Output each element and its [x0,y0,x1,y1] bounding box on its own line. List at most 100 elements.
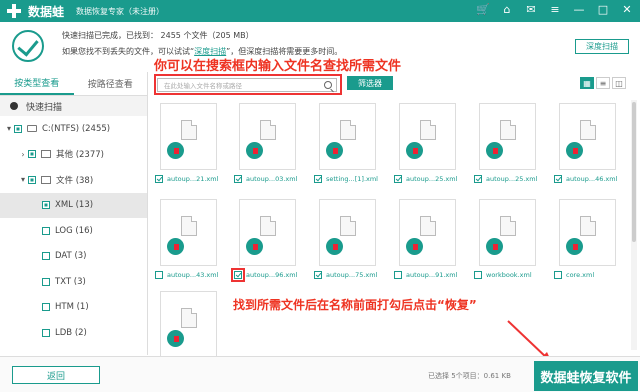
file-thumbnail[interactable] [160,103,217,170]
filter-button[interactable]: 筛选器 [347,76,393,90]
search-input[interactable]: 在此处输入文件名称或路径 [157,78,337,92]
detail-view-icon[interactable]: ◫ [612,77,626,89]
scan-summary-text: 快速扫描已完成，已找到： 2455 个文件（205 MB） [62,31,254,40]
file-icon [500,120,516,140]
bottom-bar: 返回 已选择 5个项目：0.61 KB 数据蛙恢复软件 [0,356,640,392]
file-checkbox[interactable] [314,271,322,279]
file-name: autoup...25.xml [406,175,458,183]
grid-scrollbar[interactable] [631,100,637,350]
expand-caret-icon[interactable]: › [18,150,28,159]
tree-checkbox[interactable] [42,328,50,337]
file-icon [181,308,197,328]
recover-button[interactable]: 数据蛙恢复软件 [534,361,638,391]
grid-view-icon[interactable]: ▦ [580,77,594,89]
cart-icon[interactable]: 🛒 [476,3,490,16]
file-checkbox[interactable] [394,271,402,279]
menu-icon[interactable]: ≡ [548,3,562,16]
file-thumbnail[interactable] [399,103,456,170]
tree-item-label: DAT (3) [55,251,87,262]
recoverable-badge-icon [566,142,583,159]
tree-checkbox[interactable] [42,201,50,210]
window-controls: 🛒 ⌂ ✉ ≡ — □ ✕ [476,3,634,16]
file-name: autoup...75.xml [326,271,378,279]
tree-checkbox[interactable] [28,150,36,159]
file-checkbox[interactable] [394,175,402,183]
tree-item-label: HTM (1) [55,302,89,313]
file-icon [420,120,436,140]
maximize-icon[interactable]: □ [596,3,610,16]
recoverable-badge-icon [326,142,343,159]
file-thumbnail[interactable] [160,291,217,358]
file-thumbnail[interactable] [239,199,296,266]
minimize-icon[interactable]: — [572,3,586,16]
scrollbar-thumb[interactable] [632,102,636,242]
file-thumbnail[interactable] [559,199,616,266]
view-mode-buttons: ▦ ≡ ◫ [580,77,626,89]
file-thumbnail[interactable] [479,103,536,170]
tree-item[interactable]: HTM (1) [0,295,147,321]
quick-scan-row[interactable]: 快速扫描 [0,96,147,116]
file-thumbnail[interactable] [399,199,456,266]
tree-item[interactable]: › 其他 (2377) [0,142,147,168]
doc-icon [41,175,51,184]
file-checkbox[interactable] [314,175,322,183]
file-thumbnail[interactable] [559,103,616,170]
deep-scan-button[interactable]: 深度扫描 [575,39,629,54]
recoverable-badge-icon [167,330,184,347]
back-button[interactable]: 返回 [12,366,100,384]
app-name: 数据蛙 [28,4,65,19]
app-subtitle: 数据恢复专家（未注册） [76,6,165,16]
title-bar: 数据蛙 数据恢复专家（未注册） 🛒 ⌂ ✉ ≡ — □ ✕ [0,0,640,22]
tree-checkbox[interactable] [42,277,50,286]
file-thumbnail[interactable] [319,103,376,170]
file-checkbox[interactable] [554,175,562,183]
tree-item[interactable]: XML (13) [0,192,147,218]
recoverable-badge-icon [406,142,423,159]
tree-checkbox[interactable] [42,252,50,261]
file-name: autoup...46.xml [566,175,618,183]
file-name: autoup...91.xml [406,271,458,279]
quick-scan-dot-icon [10,102,18,110]
file-checkbox[interactable] [234,175,242,183]
file-label-row: autoup...96.xml [231,268,306,282]
file-thumbnail[interactable] [239,103,296,170]
recoverable-badge-icon [326,238,343,255]
file-thumbnail[interactable] [319,199,376,266]
tree-checkbox[interactable] [42,226,50,235]
file-name: autoup...25.xml [486,175,538,183]
tree-item[interactable]: LOG (16) [0,218,147,244]
file-checkbox[interactable] [474,271,482,279]
file-checkbox[interactable] [474,175,482,183]
tree-item[interactable]: DAT (3) [0,244,147,270]
tree-item[interactable]: ▾ 文件 (38) [0,167,147,193]
file-icon [260,216,276,236]
close-icon[interactable]: ✕ [620,3,634,16]
tree-checkbox[interactable] [42,303,50,312]
tab-by-type[interactable]: 按类型查看 [0,72,74,95]
file-thumbnail[interactable] [479,199,536,266]
file-label-row: autoup...03.xml [234,175,306,183]
file-name: setting...[1].xml [326,175,378,183]
file-checkbox[interactable] [554,271,562,279]
message-icon[interactable]: ✉ [524,3,538,16]
tree-checkbox[interactable] [14,124,22,133]
search-icon[interactable] [324,81,332,89]
home-icon[interactable]: ⌂ [500,3,514,16]
file-checkbox[interactable] [231,268,245,282]
list-view-icon[interactable]: ≡ [596,77,610,89]
tree-item[interactable]: TXT (3) [0,269,147,295]
expand-caret-icon[interactable]: ▾ [4,124,14,133]
file-thumbnail[interactable] [160,199,217,266]
file-checkbox[interactable] [155,175,163,183]
tree-item[interactable]: ▾ C:(NTFS) (2455) [0,116,147,142]
tree-item[interactable]: LDB (2) [0,320,147,346]
tab-by-path[interactable]: 按路径查看 [74,72,148,95]
recoverable-badge-icon [486,142,503,159]
recoverable-badge-icon [246,142,263,159]
expand-caret-icon[interactable]: ▾ [18,175,28,184]
tree-checkbox[interactable] [28,175,36,184]
tree-item-label: C:(NTFS) (2455) [42,123,111,134]
file-icon [340,216,356,236]
scan-complete-check-icon [12,30,44,62]
file-checkbox[interactable] [155,271,163,279]
